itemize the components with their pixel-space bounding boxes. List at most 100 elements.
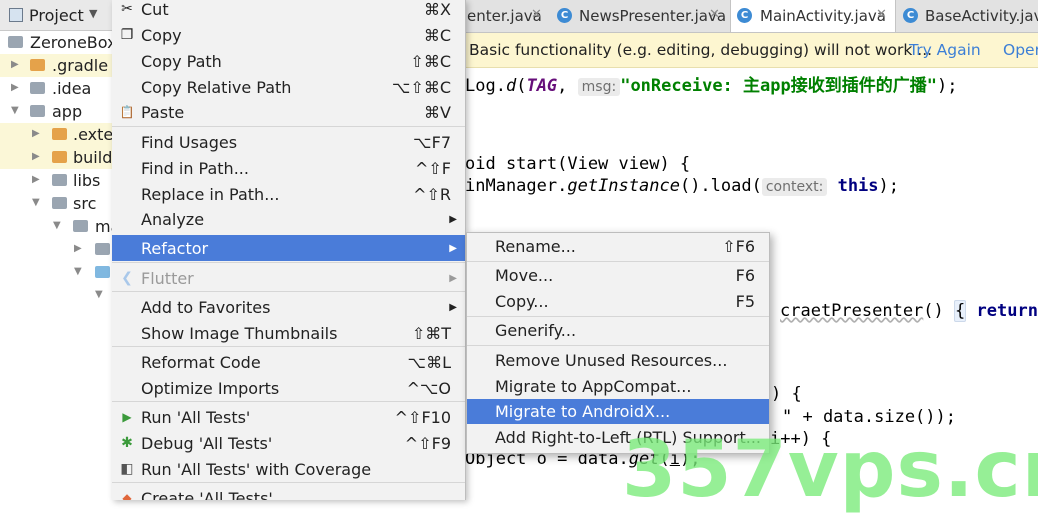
tree-item-idea[interactable]: ▶ .idea — [0, 77, 112, 100]
submenu-item-remove-unused-resources[interactable]: Remove Unused Resources... — [467, 348, 769, 373]
code-line[interactable]: craetPresenter() { return — [780, 300, 1038, 322]
menu-item-find-usages[interactable]: Find Usages ⌥F7 — [112, 129, 465, 155]
tree-item-gradle[interactable]: ▶ .gradle — [0, 54, 112, 77]
code-token: d — [505, 76, 517, 96]
collapse-arrow-icon[interactable]: ▼ — [74, 266, 82, 277]
code-token: inManager. — [465, 176, 568, 196]
tree-item-app[interactable]: ▼ app — [0, 100, 112, 123]
tree-item-folder[interactable]: ▼ — [0, 261, 112, 284]
menu-shortcut: ^⇧F — [414, 159, 451, 178]
menu-separator — [467, 316, 769, 317]
submenu-item-generify[interactable]: Generify... — [467, 318, 769, 343]
menu-item-refactor[interactable]: Refactor ▶ — [112, 235, 465, 261]
submenu-item-rename[interactable]: Rename... ⇧F6 — [467, 234, 769, 259]
collapse-arrow-icon[interactable]: ▼ — [32, 197, 40, 208]
tree-item-externals[interactable]: ▶ .exte — [0, 123, 113, 146]
menu-item-create-all-tests[interactable]: ◆ Create 'All Tests'... — [112, 485, 465, 500]
chevron-down-icon[interactable]: ▼ — [89, 7, 97, 20]
menu-item-label: Generify... — [495, 321, 577, 340]
project-view-label: Project — [29, 6, 84, 25]
menu-item-add-to-favorites[interactable]: Add to Favorites ▶ — [112, 294, 465, 320]
menu-item-replace-in-path[interactable]: Replace in Path... ^⇧R — [112, 181, 465, 207]
close-icon[interactable]: ✕ — [709, 7, 720, 22]
menu-item-copy-relative-path[interactable]: Copy Relative Path ⌥⇧⌘C — [112, 74, 465, 100]
flutter-icon: ❮ — [121, 270, 133, 286]
tab-main-activity[interactable]: C MainActivity.java ✕ — [730, 0, 896, 32]
tree-item-build[interactable]: ▶ build — [0, 146, 112, 169]
menu-item-paste[interactable]: 📋 Paste ⌘V — [112, 99, 465, 125]
code-line[interactable]: " + data.size()); — [782, 407, 956, 427]
submenu-item-migrate-androidx[interactable]: Migrate to AndroidX... — [467, 399, 769, 424]
tree-item-folder[interactable]: ▶ — [0, 238, 112, 261]
coverage-icon: ◧ — [120, 461, 134, 477]
expand-arrow-icon[interactable]: ▶ — [11, 82, 19, 93]
folder-icon — [30, 59, 45, 71]
menu-item-analyze[interactable]: Analyze ▶ — [112, 206, 465, 232]
code-line[interactable]: inManager.getInstance().load(context: th… — [465, 176, 899, 196]
menu-item-label: Create 'All Tests'... — [141, 489, 289, 500]
tab-news-presenter[interactable]: C NewsPresenter.java ✕ — [551, 0, 727, 32]
code-token: ); — [878, 176, 900, 196]
submenu-item-move[interactable]: Move... F6 — [467, 263, 769, 288]
code-token: () — [923, 301, 955, 321]
code-line[interactable]: Log.d(TAG, msg: "onReceive: 主app接收到插件的广播"… — [465, 71, 957, 96]
menu-item-show-image-thumbnails[interactable]: Show Image Thumbnails ⇧⌘T — [112, 320, 465, 346]
tree-item-main[interactable]: ▼ ma — [0, 215, 120, 238]
folder-icon — [95, 243, 110, 255]
menu-item-label: Analyze — [141, 210, 205, 229]
code-line[interactable]: ) { — [771, 384, 802, 404]
menu-item-label: Copy Path — [141, 52, 222, 71]
collapse-arrow-icon[interactable]: ▼ — [53, 220, 61, 231]
menu-item-label: Rename... — [495, 237, 576, 256]
menu-item-run-all-tests[interactable]: ▶ Run 'All Tests' ^⇧F10 — [112, 404, 465, 430]
menu-item-run-with-coverage[interactable]: ◧ Run 'All Tests' with Coverage — [112, 456, 465, 482]
open-link[interactable]: Oper — [1003, 41, 1038, 59]
menu-item-label: Find Usages — [141, 133, 238, 152]
folder-icon — [30, 82, 45, 94]
collapse-arrow-icon[interactable]: ▼ — [95, 289, 103, 300]
tree-item-src[interactable]: ▼ src — [0, 192, 112, 215]
menu-item-copy-path[interactable]: Copy Path ⇧⌘C — [112, 48, 465, 74]
code-brace: { — [954, 300, 967, 322]
source-folder-icon — [95, 266, 110, 278]
tree-item-root[interactable]: ZeroneBox — [0, 31, 117, 54]
menu-shortcut: F5 — [735, 292, 755, 311]
tree-item-folder[interactable]: ▼ — [0, 284, 112, 307]
menu-item-find-in-path[interactable]: Find in Path... ^⇧F — [112, 155, 465, 181]
menu-item-cut[interactable]: ✂ Cut ⌘X — [112, 0, 465, 22]
menu-item-label: Replace in Path... — [141, 185, 280, 204]
expand-arrow-icon[interactable]: ▶ — [32, 151, 40, 162]
menu-item-copy[interactable]: ❐ Copy ⌘C — [112, 22, 465, 48]
menu-item-label: Add to Favorites — [141, 298, 271, 317]
tree-item-libs[interactable]: ▶ libs — [0, 169, 112, 192]
submenu-item-copy[interactable]: Copy... F5 — [467, 289, 769, 314]
menu-shortcut: ⌘V — [424, 103, 451, 122]
paste-icon: 📋 — [119, 105, 135, 119]
expand-arrow-icon[interactable]: ▶ — [32, 174, 40, 185]
menu-item-flutter[interactable]: ❮ Flutter ▶ — [112, 265, 465, 291]
submenu-arrow-icon: ▶ — [449, 243, 457, 254]
menu-item-label: Copy... — [495, 292, 549, 311]
code-line[interactable]: oid start(View view) { — [465, 154, 690, 174]
menu-item-optimize-imports[interactable]: Optimize Imports ^⌥O — [112, 375, 465, 401]
collapse-arrow-icon[interactable]: ▼ — [11, 105, 19, 116]
close-icon[interactable]: ✕ — [876, 7, 887, 22]
debug-icon: ✱ — [121, 435, 133, 451]
tab-presenter[interactable]: enter.java ✕ — [465, 0, 549, 32]
parameter-hint: msg: — [577, 78, 621, 96]
expand-arrow-icon[interactable]: ▶ — [32, 128, 40, 139]
submenu-item-migrate-appcompat[interactable]: Migrate to AppCompat... — [467, 374, 769, 399]
expand-arrow-icon[interactable]: ▶ — [74, 243, 82, 254]
menu-shortcut: ⌥F7 — [413, 133, 451, 152]
tab-base-activity[interactable]: C BaseActivity.java — [897, 0, 1038, 32]
menu-item-reformat-code[interactable]: Reformat Code ⌥⌘L — [112, 349, 465, 375]
close-icon[interactable]: ✕ — [531, 7, 542, 22]
menu-item-label: Find in Path... — [141, 159, 249, 178]
menu-item-debug-all-tests[interactable]: ✱ Debug 'All Tests' ^⇧F9 — [112, 430, 465, 456]
expand-arrow-icon[interactable]: ▶ — [11, 59, 19, 70]
try-again-link[interactable]: Try Again — [909, 41, 981, 59]
menu-shortcut: ^⇧F9 — [404, 434, 451, 453]
project-panel-header[interactable]: Project ▼ — [0, 0, 112, 31]
menu-item-label: Refactor — [141, 239, 209, 258]
java-class-icon: C — [737, 8, 752, 23]
